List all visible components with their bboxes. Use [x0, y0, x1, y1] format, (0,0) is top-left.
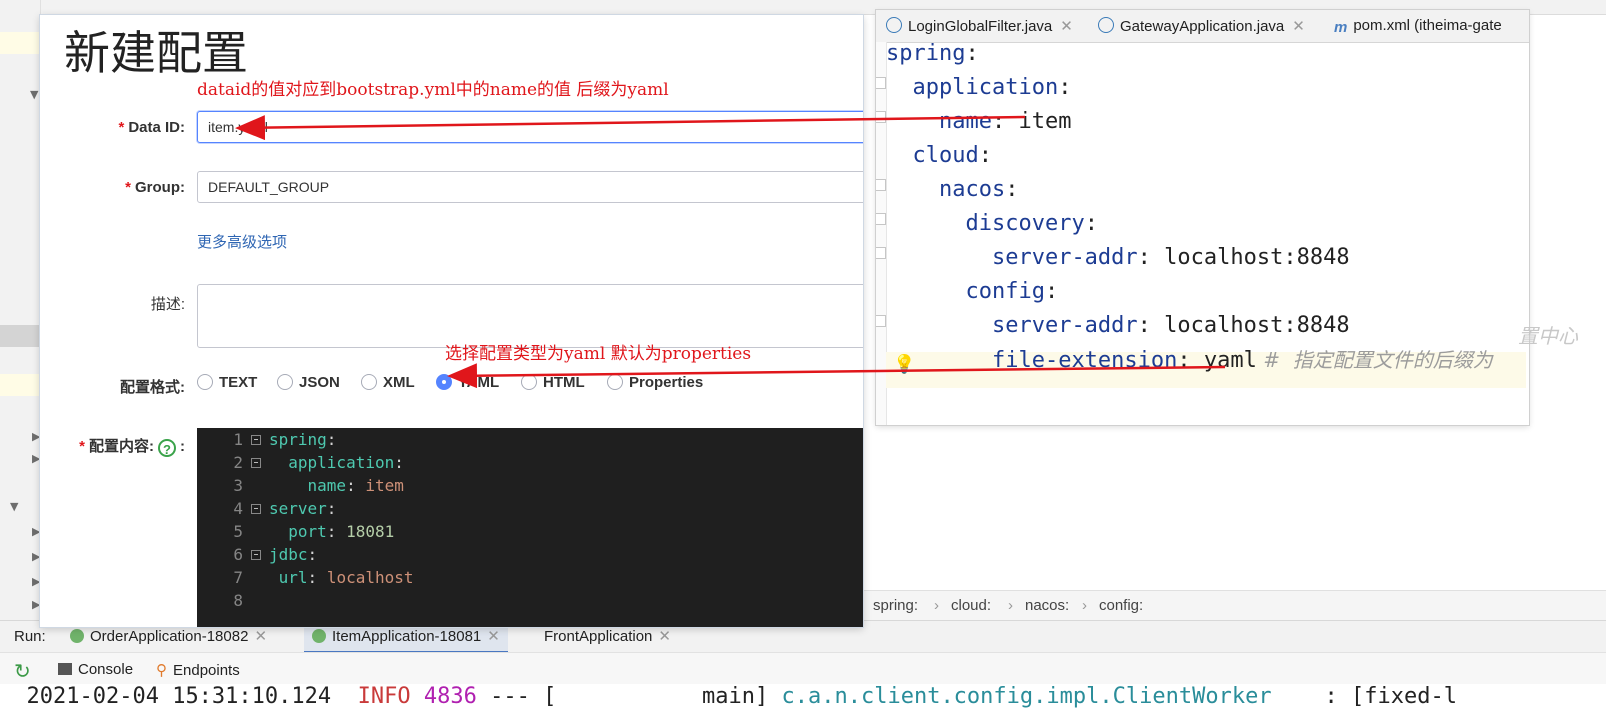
console-icon: [58, 663, 72, 675]
maven-icon: m: [1334, 19, 1348, 36]
fold-marker-icon[interactable]: [876, 247, 886, 259]
radio-circle-icon: [521, 374, 537, 390]
breadcrumb-item[interactable]: config:: [1099, 597, 1143, 614]
close-icon[interactable]: ✕: [487, 628, 500, 645]
editor-code-line: application:: [912, 75, 1072, 100]
radio-circle-icon: [197, 374, 213, 390]
tree-expand-icon[interactable]: ▼: [10, 500, 18, 513]
editor-tab-login-filter[interactable]: LoginGlobalFilter.java ✕: [886, 17, 1073, 35]
run-label: Run:: [14, 628, 46, 645]
config-content-editor[interactable]: 1 spring: 2 application: 3 name: item 4 ser…: [197, 428, 863, 627]
dialog-title: 新建配置: [64, 26, 248, 80]
console-toolbar: ↻ Console ⚲ Endpoints: [0, 652, 1606, 685]
editor-code-line: file-extension: yaml # 指定配置文件的后缀为: [991, 348, 1493, 373]
help-icon[interactable]: ?: [158, 439, 176, 457]
java-class-icon: [1098, 17, 1114, 33]
breadcrumb-item[interactable]: spring:: [873, 597, 918, 614]
fold-marker-icon[interactable]: [876, 213, 886, 225]
yaml-breadcrumb: spring: › cloud: › nacos: › config:: [864, 590, 1606, 621]
editor-code-line: spring:: [886, 41, 979, 66]
config-code-line: 6 jdbc:: [233, 545, 327, 564]
close-icon[interactable]: ✕: [1292, 18, 1305, 35]
config-code-line: 8: [233, 591, 243, 610]
description-label: 描述:: [150, 296, 185, 313]
editor-code-line: name: item: [938, 109, 1072, 134]
format-radio-json[interactable]: JSON: [277, 374, 340, 391]
annotation-dataid: dataid的值对应到bootstrap.yml中的name的值 后缀为yaml: [197, 80, 669, 100]
group-input[interactable]: DEFAULT_GROUP: [197, 171, 863, 203]
console-log-line: 2021-02-04 15:31:10.124 INFO 4836 --- [ …: [0, 684, 1606, 715]
java-class-icon: [886, 17, 902, 33]
annotation-format: 选择配置类型为yaml 默认为properties: [445, 344, 752, 364]
fold-marker-icon[interactable]: [251, 504, 261, 514]
radio-circle-icon: [361, 374, 377, 390]
format-radio-html[interactable]: HTML: [521, 374, 585, 391]
breadcrumb-separator-icon: ›: [1082, 597, 1087, 614]
config-code-line: 2 application:: [233, 453, 414, 472]
editor-code-line: cloud:: [912, 143, 992, 168]
config-code-line: 3 name: item: [233, 476, 404, 495]
fold-marker-icon[interactable]: [876, 77, 886, 89]
radio-circle-icon: [607, 374, 623, 390]
editor-code-line: discovery:: [965, 211, 1098, 236]
console-tab[interactable]: Console: [58, 661, 133, 678]
fold-marker-icon[interactable]: [251, 435, 261, 445]
fold-marker-icon[interactable]: [251, 550, 261, 560]
config-code-line: 7 url: localhost: [233, 568, 414, 587]
editor-tab-gateway-app[interactable]: GatewayApplication.java ✕: [1098, 17, 1305, 35]
config-code-line: 5 port: 18081: [233, 522, 395, 541]
editor-code-line: server-addr: localhost:8848: [991, 313, 1350, 338]
data-id-input[interactable]: item.yaml: [197, 111, 863, 143]
editor-code-line: server-addr: localhost:8848: [991, 245, 1350, 270]
radio-checked-icon: [436, 374, 452, 390]
breadcrumb-item[interactable]: cloud:: [951, 597, 991, 614]
format-radio-properties[interactable]: Properties: [607, 374, 703, 391]
close-icon[interactable]: ✕: [254, 628, 267, 645]
format-radio-yaml[interactable]: YAML: [436, 374, 499, 391]
fold-marker-icon[interactable]: [251, 458, 261, 468]
content-label: * 配置内容:?:: [79, 438, 185, 457]
advanced-options-link[interactable]: 更多高级选项: [197, 231, 287, 252]
group-label: * Group:: [125, 179, 185, 196]
format-radio-xml[interactable]: XML: [361, 374, 415, 391]
format-radio-text[interactable]: TEXT: [197, 374, 257, 391]
new-config-dialog: 新建配置 dataid的值对应到bootstrap.yml中的name的值 后缀…: [40, 15, 863, 627]
data-id-label: * Data ID:: [118, 119, 185, 136]
format-label: 配置格式:: [120, 379, 185, 396]
endpoints-icon: ⚲: [156, 662, 167, 679]
editor-code-line: config:: [965, 279, 1059, 304]
spring-boot-icon: [70, 629, 84, 643]
radio-circle-icon: [277, 374, 293, 390]
breadcrumb-separator-icon: ›: [934, 597, 939, 614]
config-code-line: 4 server:: [233, 499, 347, 518]
rerun-icon[interactable]: ↻: [14, 659, 31, 684]
project-tree-strip: ▼ ▶ ▶ ▼ ▶ ▶ ▶ ▶: [0, 0, 41, 630]
close-icon[interactable]: ✕: [1060, 18, 1073, 35]
config-code-line: 1 spring:: [233, 430, 347, 449]
code-editor[interactable]: LoginGlobalFilter.java ✕ GatewayApplicati…: [876, 10, 1529, 425]
editor-code-line: nacos:: [938, 177, 1019, 202]
fold-marker-icon[interactable]: [876, 179, 886, 191]
fold-marker-icon[interactable]: [876, 111, 886, 123]
breadcrumb-item[interactable]: nacos:: [1025, 597, 1069, 614]
breadcrumb-separator-icon: ›: [1008, 597, 1013, 614]
truncated-comment: 置中心: [1518, 324, 1578, 348]
close-icon[interactable]: ✕: [658, 628, 671, 645]
spring-boot-icon: [312, 629, 326, 643]
endpoints-tab[interactable]: ⚲ Endpoints: [156, 661, 240, 679]
tree-expand-icon[interactable]: ▼: [30, 88, 38, 101]
editor-tab-pom[interactable]: m pom.xml (itheima-gate: [1334, 17, 1502, 36]
fold-marker-icon[interactable]: [876, 315, 886, 327]
